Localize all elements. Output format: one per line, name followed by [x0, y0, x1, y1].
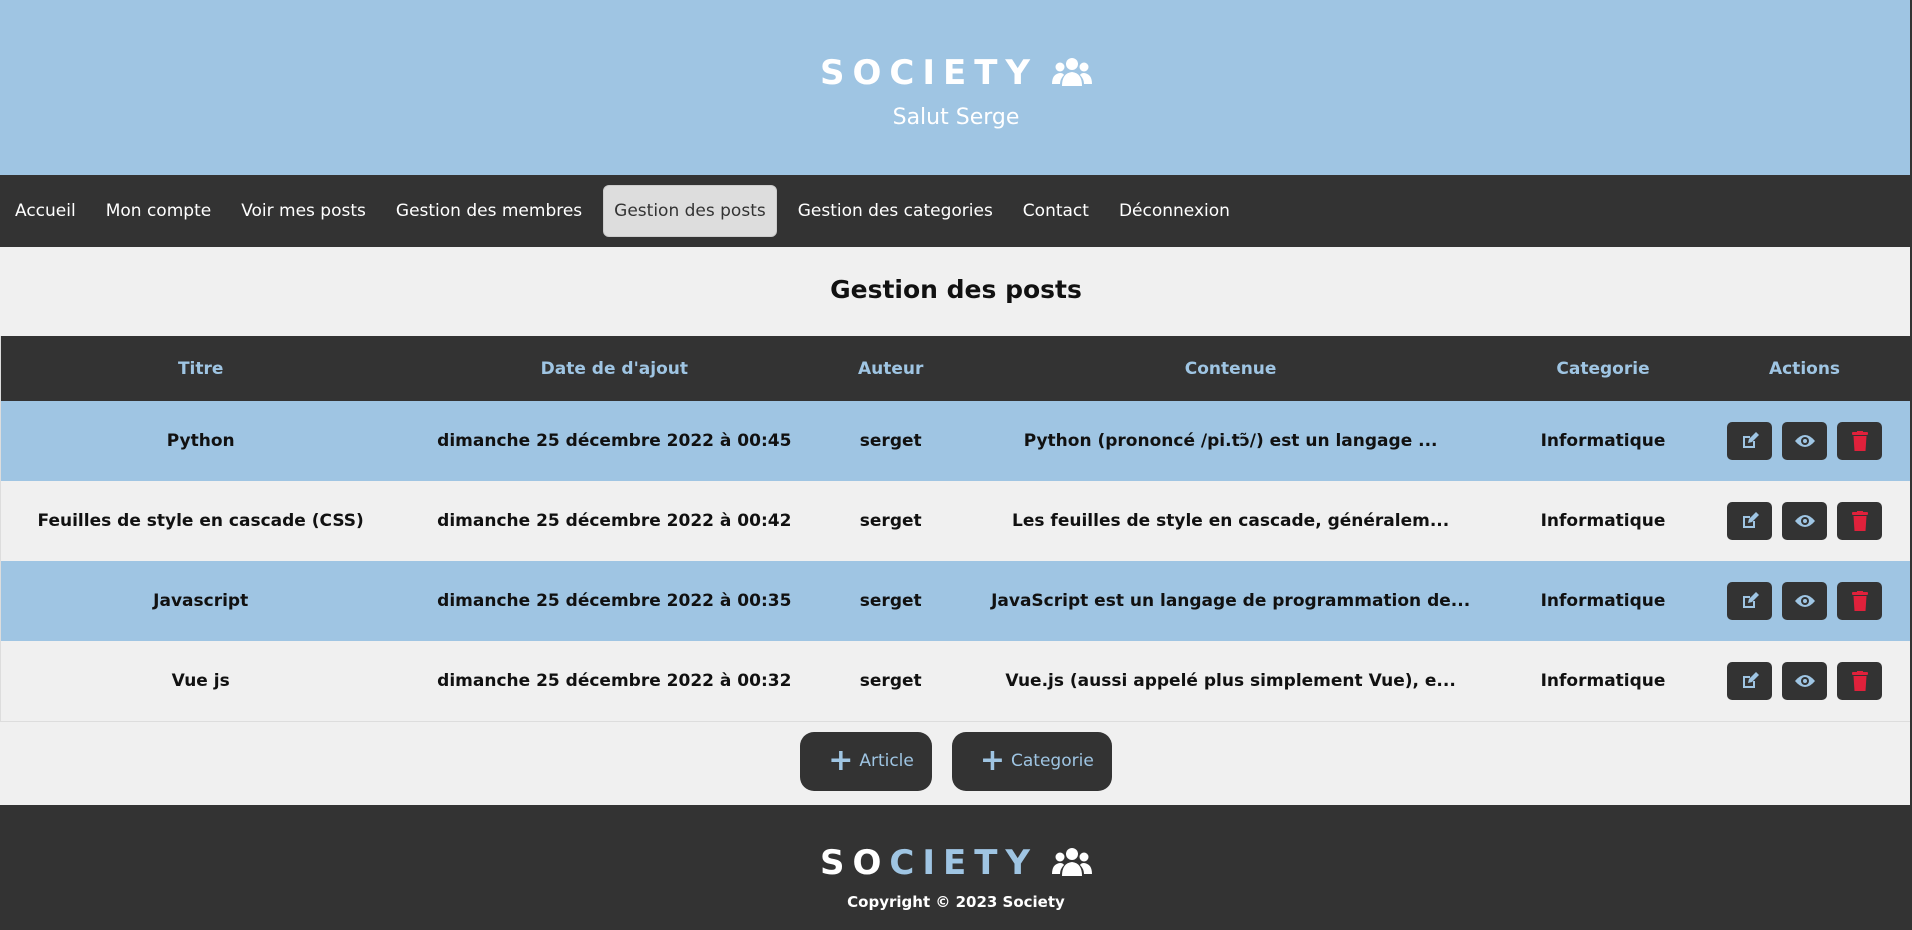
cell-auteur: serget: [859, 670, 922, 691]
cell-actions: [1698, 401, 1911, 481]
site-logo[interactable]: SOCIETY: [819, 53, 1093, 93]
nav-item-deconnexion[interactable]: Déconnexion: [1110, 187, 1239, 235]
posts-table: Titre Date de d'ajout Auteur Contenue Ca…: [0, 336, 1911, 722]
cell-titre: Python: [166, 431, 235, 451]
eye-icon: [1794, 515, 1815, 527]
cell-titre: Feuilles de style en cascade (CSS): [37, 511, 364, 531]
users-icon: [1052, 58, 1093, 86]
greeting: Salut Serge: [892, 105, 1020, 130]
nav-item-contact[interactable]: Contact: [1014, 187, 1098, 235]
table-row: Vue js dimanche 25 décembre 2022 à 00:32…: [0, 641, 1911, 721]
edit-icon: [1742, 432, 1759, 448]
column-header-titre: Titre: [177, 358, 224, 379]
delete-button[interactable]: [1837, 502, 1882, 540]
table-row: Feuilles de style en cascade (CSS) diman…: [0, 481, 1911, 561]
cell-date: dimanche 25 décembre 2022 à 00:35: [437, 591, 792, 611]
add-article-button[interactable]: + Article: [800, 731, 932, 791]
cell-auteur: serget: [859, 431, 922, 451]
column-header-auteur: Auteur: [858, 358, 924, 379]
nav-item-gestion-membres[interactable]: Gestion des membres: [387, 187, 591, 235]
plus-icon: +: [979, 743, 1006, 778]
nav-item-gestion-posts[interactable]: Gestion des posts: [603, 185, 777, 237]
cell-auteur: serget: [859, 511, 922, 531]
site-header: SOCIETY Salut Serge: [0, 0, 1912, 175]
main-nav: Accueil Mon compte Voir mes posts Gestio…: [0, 175, 1912, 247]
cell-contenu: Les feuilles de style en cascade, généra…: [1012, 511, 1450, 531]
delete-button[interactable]: [1837, 582, 1882, 620]
cell-actions: [1698, 641, 1911, 721]
copyright: Copyright © 2023 Society: [847, 893, 1065, 911]
eye-icon: [1794, 435, 1815, 447]
cell-date: dimanche 25 décembre 2022 à 00:32: [437, 670, 792, 691]
column-header-actions: Actions: [1768, 358, 1841, 379]
cell-categorie: Informatique: [1540, 591, 1666, 611]
add-article-label: Article: [859, 751, 914, 771]
table-header-row: Titre Date de d'ajout Auteur Contenue Ca…: [0, 336, 1911, 401]
page-title: Gestion des posts: [830, 275, 1082, 304]
add-category-label: Categorie: [1011, 751, 1094, 771]
cell-actions: [1698, 561, 1911, 641]
cell-titre: Vue js: [171, 670, 230, 691]
trash-icon: [1851, 431, 1868, 451]
edit-icon: [1742, 592, 1759, 608]
delete-button[interactable]: [1837, 422, 1882, 460]
view-button[interactable]: [1782, 422, 1827, 460]
plus-icon: +: [828, 743, 854, 778]
cell-date: dimanche 25 décembre 2022 à 00:45: [437, 431, 792, 451]
add-category-button[interactable]: + Categorie: [951, 731, 1112, 791]
edit-button[interactable]: [1727, 502, 1772, 540]
trash-icon: [1851, 670, 1868, 691]
trash-icon: [1851, 511, 1868, 531]
delete-button[interactable]: [1837, 661, 1882, 700]
view-button[interactable]: [1782, 582, 1827, 620]
cell-categorie: Informatique: [1540, 431, 1666, 451]
column-header-categorie: Categorie: [1556, 358, 1650, 379]
table-row: Python dimanche 25 décembre 2022 à 00:45…: [0, 401, 1911, 481]
edit-button[interactable]: [1727, 661, 1772, 700]
column-header-contenue: Contenue: [1184, 358, 1277, 379]
cell-categorie: Informatique: [1540, 670, 1666, 691]
edit-icon: [1742, 671, 1759, 688]
edit-button[interactable]: [1727, 422, 1772, 460]
edit-button[interactable]: [1727, 582, 1772, 620]
cell-auteur: serget: [859, 591, 922, 611]
view-button[interactable]: [1782, 661, 1827, 700]
edit-icon: [1742, 512, 1759, 528]
cell-contenu: Vue.js (aussi appelé plus simplement Vue…: [1005, 670, 1456, 691]
cell-contenu: Python (prononcé /pi.tɔ̃/) est un langag…: [1023, 431, 1438, 451]
cell-actions: [1698, 481, 1911, 561]
add-buttons-row: + Article + Categorie: [0, 722, 1912, 801]
cell-contenu: JavaScript est un langage de programmati…: [991, 591, 1471, 611]
logo-text: SOCIETY: [819, 53, 1039, 93]
cell-date: dimanche 25 décembre 2022 à 00:42: [437, 511, 792, 531]
eye-icon: [1794, 595, 1815, 607]
cell-titre: Javascript: [153, 591, 249, 611]
view-button[interactable]: [1782, 502, 1827, 540]
footer-logo[interactable]: SOCIETY: [819, 843, 1093, 883]
nav-item-mon-compte[interactable]: Mon compte: [97, 187, 220, 235]
site-footer: SOCIETY Copyright © 2023 Society: [0, 805, 1912, 930]
column-header-date: Date de d'ajout: [540, 358, 688, 379]
footer-logo-text: SOCIETY: [819, 843, 1039, 883]
nav-item-accueil[interactable]: Accueil: [6, 187, 85, 235]
nav-item-voir-mes-posts[interactable]: Voir mes posts: [232, 187, 375, 235]
cell-categorie: Informatique: [1540, 511, 1666, 531]
table-row: Javascript dimanche 25 décembre 2022 à 0…: [0, 561, 1911, 641]
eye-icon: [1794, 674, 1815, 687]
trash-icon: [1851, 591, 1868, 611]
nav-item-gestion-categories[interactable]: Gestion des categories: [789, 187, 1002, 235]
users-icon: [1052, 848, 1093, 876]
